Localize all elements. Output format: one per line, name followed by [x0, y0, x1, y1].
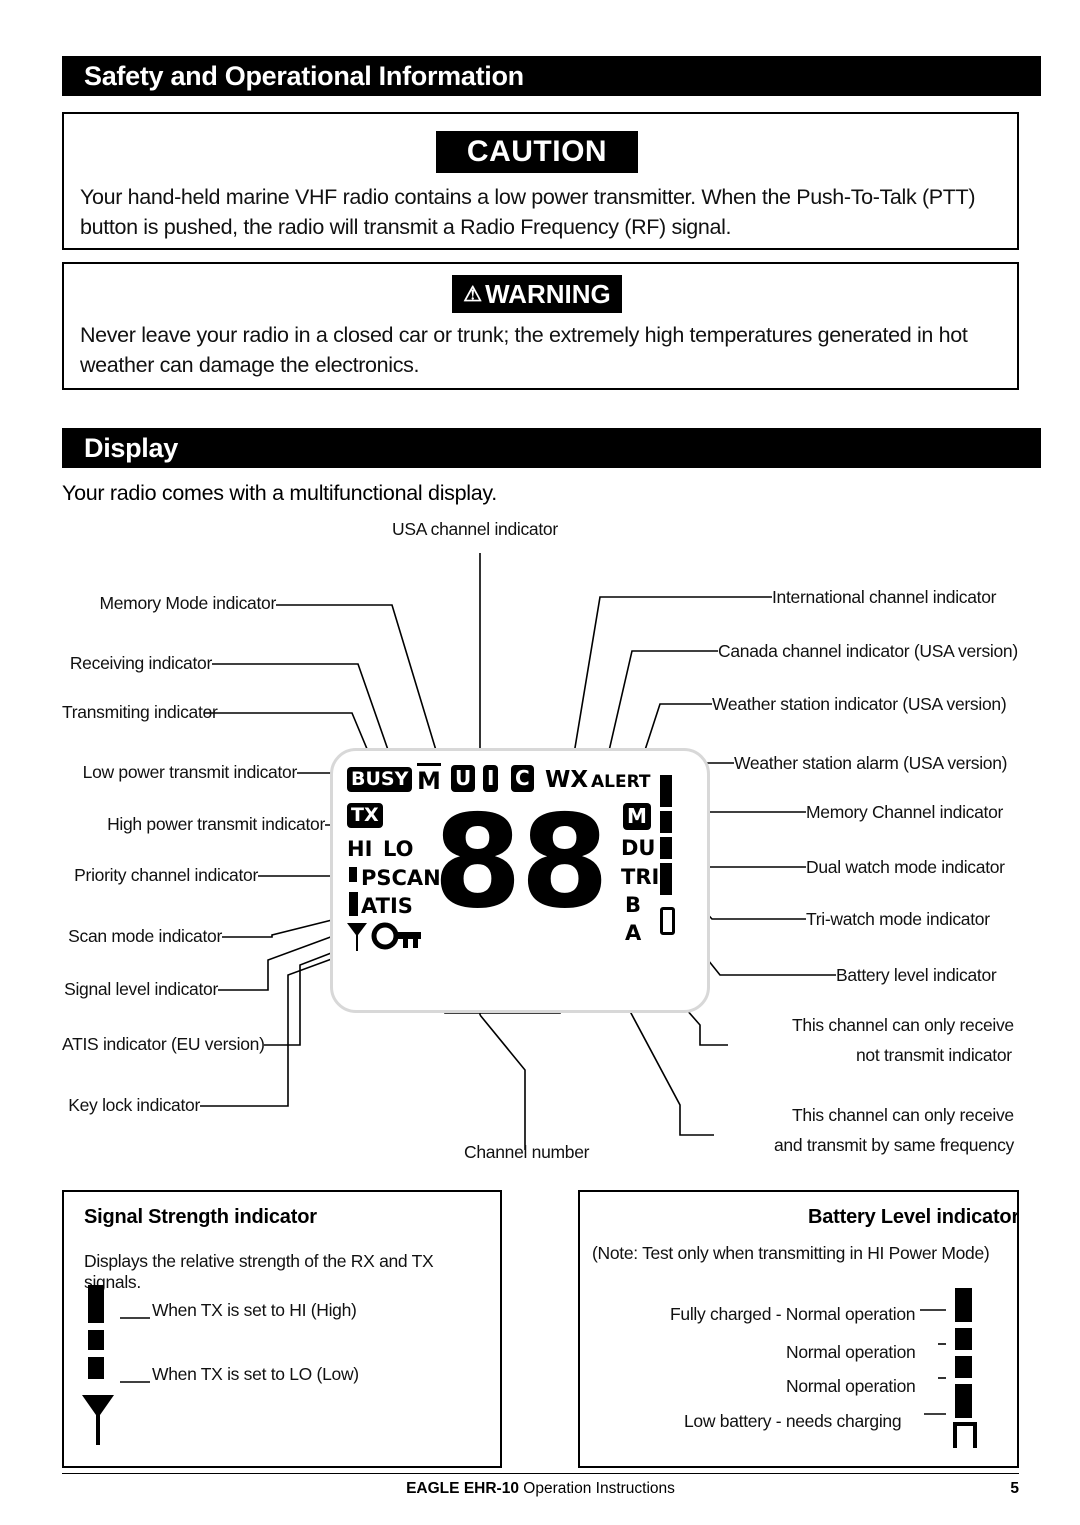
label-key-lock-indicator: Key lock indicator — [68, 1095, 200, 1115]
lcd-scan-marker — [349, 892, 358, 916]
label-weather-station-indicator: Weather station indicator (USA version) — [712, 694, 1007, 714]
footer-doc: Operation Instructions — [523, 1480, 675, 1497]
section-header-safety-label: Safety and Operational Information — [84, 60, 524, 91]
label-same-frequency-line1: This channel can only receive — [792, 1105, 1014, 1125]
label-receive-only-line1: This channel can only receive — [792, 1015, 1014, 1035]
signal-bar-mid — [88, 1330, 104, 1350]
lcd-inner: BUSY M U I C WX ALERT TX HI LO PSCAN ATI… — [333, 751, 707, 1010]
label-dual-watch-mode-indicator: Dual watch mode indicator — [806, 857, 1005, 877]
lcd-tri-watch-indicator: TRI — [621, 865, 660, 889]
battery-row-label-4: Low battery - needs charging — [684, 1411, 902, 1431]
battery-leader-lines — [920, 1309, 946, 1415]
footer-model: EHR-10 — [463, 1480, 519, 1497]
footer: EAGLE EHR-10 Operation Instructions 5 — [62, 1480, 1019, 1498]
display-diagram: BUSY M U I C WX ALERT TX HI LO PSCAN ATI… — [0, 505, 1080, 1185]
section-header-safety: Safety and Operational Information — [62, 56, 1041, 96]
signal-strength-glyph — [82, 1285, 114, 1445]
lcd-battery-seg-3 — [660, 837, 672, 859]
signal-hi-label: When TX is set to HI (High) — [152, 1300, 357, 1320]
battery-level-title: Battery Level indicator — [808, 1206, 1020, 1228]
signal-leader-lines — [120, 1317, 150, 1383]
lcd-dual-watch-indicator: DU — [621, 836, 656, 860]
lcd-pscan-indicator: PSCAN — [361, 866, 441, 890]
display-intro-text: Your radio comes with a multifunctional … — [62, 481, 497, 505]
battery-bar-2 — [955, 1328, 972, 1350]
lcd-tx-indicator: TX — [347, 803, 383, 828]
signal-bar-lo — [88, 1357, 104, 1379]
page: Safety and Operational Information CAUTI… — [0, 0, 1080, 1525]
footer-center: EAGLE EHR-10 Operation Instructions — [62, 1480, 1019, 1498]
label-battery-level-indicator: Battery level indicator — [836, 965, 997, 985]
lcd-busy-indicator: BUSY — [347, 767, 413, 792]
lcd-hi-power-indicator: HI — [347, 837, 373, 861]
label-atis-indicator: ATIS indicator (EU version) — [62, 1034, 265, 1054]
lcd-same-frequency-indicator: A — [625, 921, 642, 945]
label-signal-level-indicator: Signal level indicator — [64, 979, 218, 999]
label-same-frequency-line2: and transmit by same frequency — [774, 1135, 1015, 1155]
lcd-panel: BUSY M U I C WX ALERT TX HI LO PSCAN ATI… — [330, 748, 710, 1013]
lcd-lo-power-indicator: LO — [383, 837, 414, 861]
label-usa-channel-indicator: USA channel indicator — [392, 519, 558, 539]
lcd-battery-empty-icon — [660, 907, 675, 935]
label-high-power-transmit-indicator: High power transmit indicator — [107, 814, 325, 834]
lcd-battery-seg-1 — [660, 775, 672, 807]
signal-bar-hi — [88, 1285, 104, 1323]
battery-level-glyph — [953, 1288, 977, 1448]
lcd-receive-only-indicator: B — [625, 893, 642, 917]
section-header-display: Display — [62, 428, 1041, 468]
battery-bar-4 — [955, 1384, 972, 1418]
label-receiving-indicator: Receiving indicator — [69, 653, 212, 673]
lcd-signal-key-icons — [347, 922, 421, 951]
battery-row-label-1: Fully charged - Normal operation — [670, 1304, 916, 1324]
warning-label-text: WARNING — [485, 279, 611, 309]
battery-bar-3 — [955, 1356, 972, 1378]
footer-divider — [62, 1473, 1019, 1474]
warning-label: ⚠ WARNING — [452, 275, 622, 313]
battery-empty-icon — [953, 1422, 977, 1448]
signal-lo-label: When TX is set to LO (Low) — [152, 1364, 359, 1384]
label-priority-channel-indicator: Priority channel indicator — [74, 865, 258, 885]
label-memory-channel-indicator: Memory Channel indicator — [806, 802, 1004, 822]
label-channel-number: Channel number — [464, 1142, 590, 1162]
label-international-channel-indicator: International channel indicator — [772, 587, 997, 607]
lcd-battery-seg-4 — [660, 863, 672, 895]
label-low-power-transmit-indicator: Low power transmit indicator — [82, 762, 298, 782]
label-receive-only-line2: not transmit indicator — [856, 1045, 1012, 1065]
lcd-atis-indicator: ATIS — [361, 894, 413, 918]
label-weather-station-alarm: Weather station alarm (USA version) — [734, 753, 1008, 773]
battery-row-label-3: Normal operation — [786, 1376, 916, 1396]
lcd-memory-channel-indicator: M — [623, 803, 651, 830]
section-header-display-label: Display — [84, 432, 178, 463]
warning-text: Never leave your radio in a closed car o… — [80, 323, 968, 377]
battery-level-note: (Note: Test only when transmitting in HI… — [592, 1243, 990, 1263]
signal-strength-title: Signal Strength indicator — [84, 1206, 317, 1228]
battery-row-label-2: Normal operation — [786, 1342, 916, 1362]
caution-text: Your hand-held marine VHF radio contains… — [80, 185, 976, 239]
warning-triangle-icon: ⚠ — [463, 282, 483, 306]
antenna-icon — [82, 1395, 114, 1445]
footer-brand: EAGLE — [406, 1480, 460, 1497]
label-transmiting-indicator: Transmiting indicator — [62, 702, 218, 722]
label-scan-mode-indicator: Scan mode indicator — [68, 926, 222, 946]
battery-bar-1 — [955, 1288, 972, 1322]
label-memory-mode-indicator: Memory Mode indicator — [99, 593, 276, 613]
lcd-priority-marker — [349, 867, 357, 882]
label-tri-watch-mode-indicator: Tri-watch mode indicator — [806, 909, 990, 929]
signal-strength-description: Displays the relative strength of the RX… — [84, 1251, 434, 1292]
footer-page-number: 5 — [1010, 1480, 1019, 1497]
lcd-battery-seg-2 — [660, 811, 672, 833]
label-canada-channel-indicator: Canada channel indicator (USA version) — [718, 641, 1018, 661]
lcd-channel-number: 88 — [433, 788, 609, 937]
caution-label: CAUTION — [436, 131, 638, 173]
